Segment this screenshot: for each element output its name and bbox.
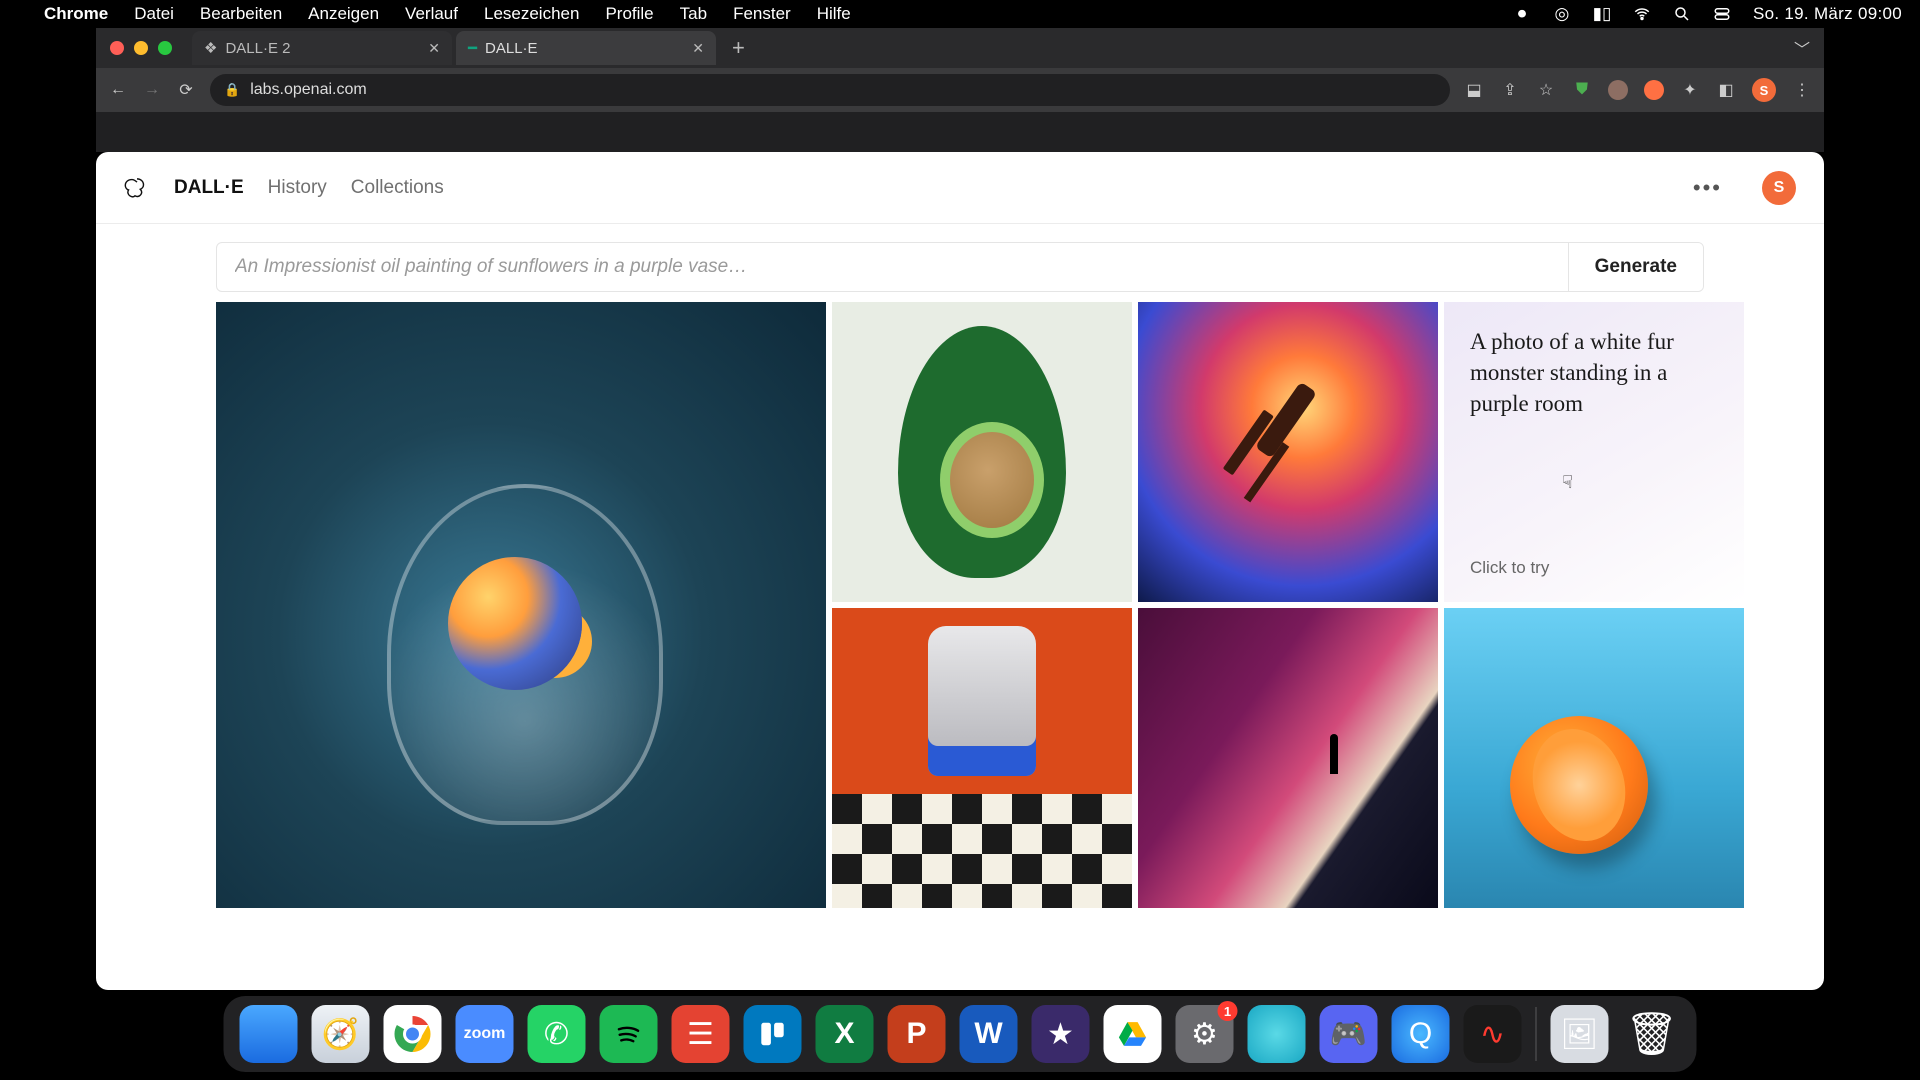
tab-close-icon[interactable]: ✕ [692,40,704,57]
menubar-app-name[interactable]: Chrome [44,4,108,24]
gallery-image-featured[interactable] [216,302,826,908]
spotlight-icon[interactable] [1673,5,1691,23]
dock-drive[interactable] [1104,1005,1162,1063]
browser-window: ❖ DALL·E 2 ✕ ━ DALL·E ✕ + ﹀ ← → ⟳ 🔒 labs… [96,28,1824,990]
dock-chrome[interactable] [384,1005,442,1063]
menu-fenster[interactable]: Fenster [733,4,791,24]
address-bar[interactable]: 🔒 labs.openai.com [210,74,1450,106]
dock-settings[interactable]: ⚙1 [1176,1005,1234,1063]
menu-datei[interactable]: Datei [134,4,174,24]
nav-history[interactable]: History [268,177,327,199]
dock-imovie[interactable]: ★ [1032,1005,1090,1063]
dock-app-cyan[interactable] [1248,1005,1306,1063]
control-center-icon[interactable] [1713,5,1731,23]
close-window-button[interactable] [110,41,124,55]
nav-dalle[interactable]: DALL·E [174,177,244,199]
extensions-puzzle-icon[interactable]: ✦ [1680,80,1700,100]
dock-preview[interactable]: 🖼 [1551,1005,1609,1063]
chrome-menu-icon[interactable]: ⋮ [1792,80,1812,100]
try-prompt-cta: Click to try [1470,558,1718,578]
gallery-image[interactable] [1444,608,1744,908]
fullscreen-window-button[interactable] [158,41,172,55]
dock-zoom[interactable]: zoom [456,1005,514,1063]
prompt-bar: Generate [216,242,1704,292]
gallery-image[interactable] [1138,608,1438,908]
install-app-icon[interactable]: ⬓ [1464,80,1484,100]
macos-menubar: Chrome Datei Bearbeiten Anzeigen Verlauf… [0,0,1920,28]
chrome-profile-avatar[interactable]: S [1752,78,1776,102]
menu-lesezeichen[interactable]: Lesezeichen [484,4,579,24]
dalle-page: DALL·E History Collections ••• S Generat… [96,152,1824,990]
window-controls [110,41,172,55]
chrome-background [96,112,1824,152]
browser-tab[interactable]: ❖ DALL·E 2 ✕ [192,31,452,65]
dock-todoist[interactable]: ☰ [672,1005,730,1063]
dock-spotify[interactable] [600,1005,658,1063]
dock-powerpoint[interactable]: P [888,1005,946,1063]
openai-logo-icon [124,175,150,201]
chrome-tabstrip: ❖ DALL·E 2 ✕ ━ DALL·E ✕ + ﹀ [96,28,1824,68]
dock-whatsapp[interactable]: ✆ [528,1005,586,1063]
try-prompt-card[interactable]: A photo of a white fur monster standing … [1444,302,1744,602]
gallery-grid: A photo of a white fur monster standing … [216,302,1704,908]
back-button[interactable]: ← [108,81,128,99]
dock-separator [1536,1007,1537,1061]
playback-icon[interactable]: ◎ [1553,5,1571,23]
prompt-input[interactable] [217,256,1568,278]
extension-icon[interactable] [1608,80,1628,100]
dock-voice-memos[interactable]: ∿ [1464,1005,1522,1063]
menu-verlauf[interactable]: Verlauf [405,4,458,24]
generate-button[interactable]: Generate [1568,243,1703,291]
sidepanel-icon[interactable]: ◧ [1716,80,1736,100]
menu-profile[interactable]: Profile [605,4,653,24]
tab-close-icon[interactable]: ✕ [428,40,440,57]
browser-tab-active[interactable]: ━ DALL·E ✕ [456,31,716,65]
url-text: labs.openai.com [250,81,367,99]
menu-tab[interactable]: Tab [680,4,707,24]
tab-title: DALL·E [485,40,538,57]
menubar-datetime[interactable]: So. 19. März 09:00 [1753,4,1902,24]
macos-dock: 🧭 zoom ✆ ☰ X P W ★ ⚙1 🎮 Q ∿ 🖼 🗑 [224,996,1697,1072]
nav-collections[interactable]: Collections [351,177,444,199]
dock-trello[interactable] [744,1005,802,1063]
dock-safari[interactable]: 🧭 [312,1005,370,1063]
dock-quicktime[interactable]: Q [1392,1005,1450,1063]
extension-shield-icon[interactable]: ⛊ [1572,80,1592,100]
more-menu-icon[interactable]: ••• [1693,175,1722,201]
dock-finder[interactable] [240,1005,298,1063]
lock-icon: 🔒 [224,82,240,98]
settings-badge: 1 [1218,1001,1238,1021]
reload-button[interactable]: ⟳ [176,80,196,100]
gallery-image[interactable] [1138,302,1438,602]
try-prompt-text: A photo of a white fur monster standing … [1470,326,1718,419]
menu-anzeigen[interactable]: Anzeigen [308,4,379,24]
dock-word[interactable]: W [960,1005,1018,1063]
menu-hilfe[interactable]: Hilfe [817,4,851,24]
new-tab-button[interactable]: + [720,35,757,61]
dock-trash[interactable]: 🗑 [1623,1005,1681,1063]
page-content: Generate A photo of a white fur monster … [96,224,1824,990]
extension-icon[interactable] [1644,80,1664,100]
cursor-pointer-icon: ☟ [1562,472,1573,493]
gallery-image[interactable] [832,608,1132,908]
bookmark-star-icon[interactable]: ☆ [1536,80,1556,100]
tab-favicon-icon: ━ [468,39,477,57]
dock-excel[interactable]: X [816,1005,874,1063]
dock-discord[interactable]: 🎮 [1320,1005,1378,1063]
tab-favicon-icon: ❖ [204,39,217,57]
tab-overflow-icon[interactable]: ﹀ [1794,36,1810,60]
screen-record-icon[interactable]: ⏺ [1513,5,1531,23]
menu-bearbeiten[interactable]: Bearbeiten [200,4,282,24]
gallery-image[interactable] [832,302,1132,602]
minimize-window-button[interactable] [134,41,148,55]
tab-title: DALL·E 2 [225,40,290,57]
chrome-toolbar: ← → ⟳ 🔒 labs.openai.com ⬓ ⇪ ☆ ⛊ ✦ ◧ S ⋮ [96,68,1824,112]
page-header: DALL·E History Collections ••• S [96,152,1824,224]
user-avatar[interactable]: S [1762,171,1796,205]
page-nav: DALL·E History Collections [174,177,444,199]
forward-button[interactable]: → [142,81,162,99]
share-icon[interactable]: ⇪ [1500,80,1520,100]
battery-icon[interactable]: ▮▯ [1593,5,1611,23]
wifi-icon[interactable] [1633,5,1651,23]
